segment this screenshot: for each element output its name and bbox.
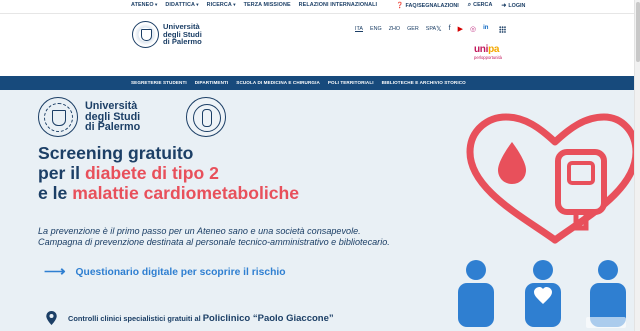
heart-outline <box>466 113 640 244</box>
search-link[interactable]: ⌕ CERCA <box>468 2 493 9</box>
university-seal-logo[interactable] <box>132 21 159 48</box>
lang-eng[interactable]: ENG <box>370 26 382 32</box>
top-menu: ATENEO DIDATTICA RICERCA TERZA MISSIONE … <box>131 2 377 8</box>
x-icon[interactable]: 𝕏 <box>436 25 442 33</box>
clinic-name: Policlinico “Paolo Giaccone” <box>202 312 334 324</box>
unipa-word: unipa <box>474 44 502 55</box>
menu-ateneo[interactable]: ATENEO <box>131 2 157 8</box>
hero-banner[interactable]: Università degli Studi di Palermo Screen… <box>0 90 640 331</box>
logo-line: Università <box>85 100 138 112</box>
hero-subtitle: La prevenzione è il primo passo per un A… <box>38 226 390 248</box>
clinic-prefix: Controlli clinici specialistici gratuiti… <box>68 313 203 323</box>
hero-headline: Screening gratuito per il diabete di tip… <box>38 143 299 203</box>
clinic-label: Controlli clinici specialistici gratuiti… <box>68 313 334 324</box>
blood-drop-icon <box>498 142 526 184</box>
faq-link[interactable]: ❓ FAQ/SEGNALAZIONI <box>396 2 459 9</box>
nav-biblioteche[interactable]: BIBLIOTECHE E ARCHIVIO STORICO <box>382 80 466 85</box>
top-actions: ❓ FAQ/SEGNALAZIONI ⌕ CERCA ➜ LOGIN <box>396 2 525 9</box>
language-switcher: ITA ENG ZHO GER SPA <box>355 26 436 32</box>
social-links: 𝕏 f ▶ ◎ in <box>436 25 488 33</box>
questionnaire-label: Questionario digitale per scoprire il ri… <box>75 266 286 278</box>
apps-grid-icon[interactable] <box>499 26 506 33</box>
menu-ricerca[interactable]: RICERCA <box>207 2 236 8</box>
nav-dipartimenti[interactable]: DIPARTIMENTI <box>195 80 229 85</box>
headline-line: Screening gratuito <box>38 143 194 163</box>
nav-poli-territoriali[interactable]: POLI TERRITORIALI <box>328 80 374 85</box>
unipa-tagline: perlopportunità <box>474 55 502 60</box>
question-icon: ❓ <box>396 3 404 9</box>
unipa-word-a: uni <box>474 44 489 55</box>
login-icon: ➜ <box>501 3 507 9</box>
headline-text: per il <box>38 163 85 183</box>
headline-highlight: malattie cardiometaboliche <box>72 183 300 203</box>
person-icon <box>458 260 494 327</box>
login-label: LOGIN <box>508 3 526 9</box>
logo-line: di Palermo <box>163 37 202 47</box>
lang-ita[interactable]: ITA <box>355 26 363 32</box>
headline-text: e le <box>38 183 73 203</box>
headline-line: per il diabete di tipo 2 <box>38 163 299 183</box>
menu-relazioni-internazionali[interactable]: RELAZIONI INTERNAZIONALI <box>299 2 377 8</box>
unipa-brand-logo[interactable]: unipa perlopportunità <box>474 44 502 60</box>
headline-line: e le malattie cardiometaboliche <box>38 183 299 203</box>
nav-segreterie-studenti[interactable]: SEGRETERIE STUDENTI <box>131 80 187 85</box>
search-icon: ⌕ <box>467 2 472 8</box>
unipa-word-b: pa <box>488 44 500 55</box>
logo-line: di Palermo <box>85 121 141 134</box>
facebook-icon[interactable]: f <box>449 25 451 33</box>
search-label: CERCA <box>473 2 493 8</box>
site-header: Università degli Studi di Palermo ITA EN… <box>0 15 640 75</box>
arrow-right-icon: ⟶ <box>44 263 66 280</box>
youtube-icon[interactable]: ▶ <box>458 25 463 33</box>
headline-highlight: diabete di tipo 2 <box>84 163 219 183</box>
watermark-badge <box>586 317 626 328</box>
main-nav-items: SEGRETERIE STUDENTI DIPARTIMENTI SCUOLA … <box>131 80 466 85</box>
subtitle-line: Campagna di prevenzione destinata al per… <box>38 237 390 247</box>
main-nav-bar: SEGRETERIE STUDENTI DIPARTIMENTI SCUOLA … <box>0 76 640 90</box>
heart-glucometer-illustration <box>458 113 640 327</box>
menu-terza-missione[interactable]: TERZA MISSIONE <box>244 2 291 8</box>
lang-ger[interactable]: GER <box>407 26 419 32</box>
scrollbar-thumb[interactable] <box>636 2 640 62</box>
nav-scuola-medicina[interactable]: SCUOLA DI MEDICINA E CHIRURGIA <box>236 80 320 85</box>
questionnaire-link[interactable]: ⟶ Questionario digitale per scoprire il … <box>44 263 286 280</box>
policlinico-seal-logo <box>186 97 226 137</box>
page-scrollbar[interactable] <box>634 0 640 331</box>
lang-spa[interactable]: SPA <box>426 26 436 32</box>
person-icon <box>525 260 561 327</box>
university-seal-logo <box>38 97 78 137</box>
subtitle-line: La prevenzione è il primo passo per un A… <box>38 226 361 236</box>
linkedin-icon[interactable]: in <box>483 25 488 33</box>
university-logo-text[interactable]: Università degli Studi di Palermo <box>163 23 202 46</box>
top-utility-bar: ATENEO DIDATTICA RICERCA TERZA MISSIONE … <box>0 0 640 14</box>
menu-didattica[interactable]: DIDATTICA <box>165 2 198 8</box>
instagram-icon[interactable]: ◎ <box>470 25 476 33</box>
location-pin-icon <box>46 311 57 325</box>
lang-zho[interactable]: ZHO <box>389 26 400 32</box>
clinic-info: Controlli clinici specialistici gratuiti… <box>46 311 334 325</box>
faq-label: FAQ/SEGNALAZIONI <box>405 3 459 9</box>
login-link[interactable]: ➜ LOGIN <box>501 2 525 9</box>
hero-university-logo-text: Università degli Studi di Palermo <box>85 101 140 133</box>
